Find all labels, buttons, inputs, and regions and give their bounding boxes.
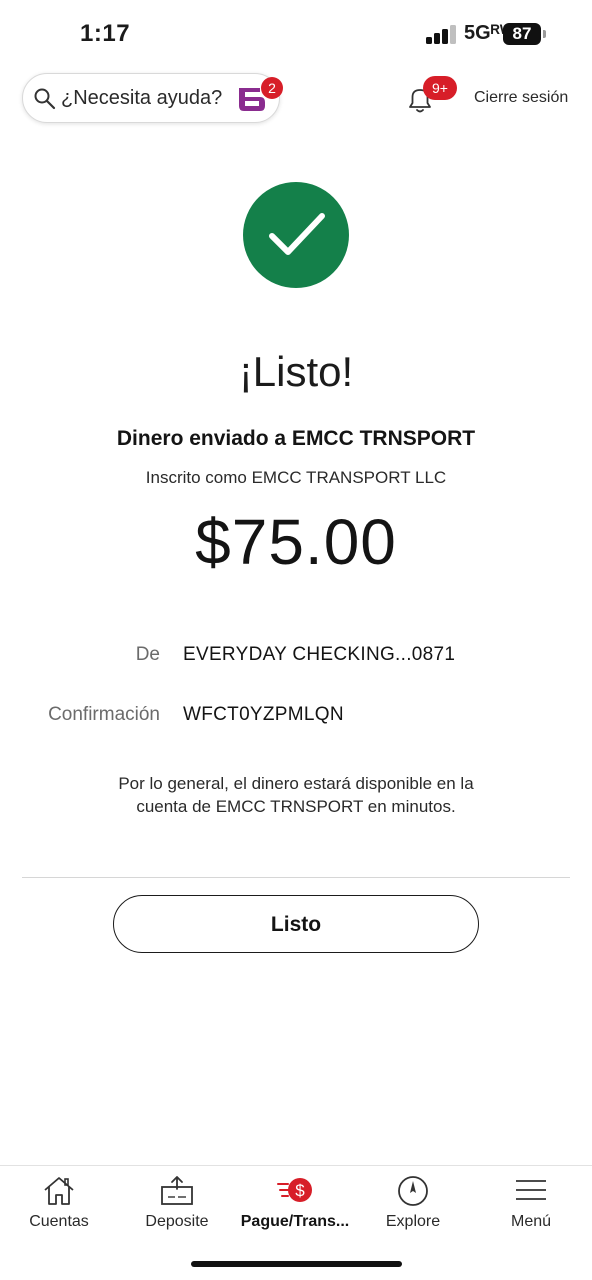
- signal-icon: [426, 24, 458, 44]
- nav-item-menu[interactable]: Menú: [472, 1166, 590, 1246]
- confirmation-number-value: WFCT0YZPMLQN: [183, 704, 344, 725]
- pay-transfer-icon: $: [277, 1178, 312, 1202]
- nav-label: Cuentas: [29, 1213, 89, 1230]
- nav-label: Pague/Trans...: [240, 1213, 350, 1230]
- nav-item-explore[interactable]: Explore: [354, 1166, 472, 1246]
- transfer-amount: $75.00: [195, 506, 397, 578]
- battery-icon: 87: [503, 23, 541, 45]
- search-icon: [34, 88, 56, 110]
- done-button[interactable]: Listo: [113, 895, 479, 953]
- home-indicator[interactable]: [191, 1261, 402, 1267]
- battery-level: 87: [512, 24, 532, 43]
- recipient-heading: Dinero enviado a EMCC TRNSPORT: [116, 427, 476, 450]
- nav-item-deposite[interactable]: Deposite: [118, 1166, 236, 1246]
- confirmation-label: Confirmación: [48, 704, 160, 725]
- nav-label: Explore: [385, 1213, 441, 1230]
- success-title: ¡Listo!: [238, 348, 354, 395]
- nav-item-pague-trans[interactable]: $ Pague/Trans...: [236, 1166, 354, 1246]
- nav-item-cuentas[interactable]: Cuentas: [0, 1166, 118, 1246]
- divider: [22, 877, 570, 878]
- svg-text:$: $: [295, 1181, 305, 1200]
- from-label: De: [135, 644, 160, 665]
- availability-note: Por lo general, el dinero estará disponi…: [118, 774, 474, 816]
- enrolled-name: Inscrito como EMCC TRANSPORT LLC: [145, 468, 447, 487]
- home-icon: [44, 1177, 74, 1205]
- compass-icon: [398, 1176, 428, 1206]
- nav-label: Deposite: [145, 1213, 209, 1230]
- help-search-bar[interactable]: ¿Necesita ayuda? 2: [22, 73, 283, 123]
- menu-icon: [516, 1180, 546, 1200]
- battery-tip: [543, 30, 546, 38]
- status-time: 1:17: [80, 20, 131, 47]
- deposit-icon: [161, 1176, 193, 1205]
- notifications-badge: 9+: [423, 76, 457, 100]
- logout-link[interactable]: Cierre sesión: [474, 89, 568, 107]
- search-placeholder: ¿Necesita ayuda?: [61, 87, 223, 109]
- status-bar: 1:17 5Gᴿᵂ 87: [0, 0, 592, 70]
- assistant-badge: 2: [261, 77, 283, 99]
- from-account-value: EVERYDAY CHECKING...0871: [183, 644, 456, 665]
- nav-label: Menú: [510, 1213, 552, 1230]
- success-check-icon: [243, 182, 349, 288]
